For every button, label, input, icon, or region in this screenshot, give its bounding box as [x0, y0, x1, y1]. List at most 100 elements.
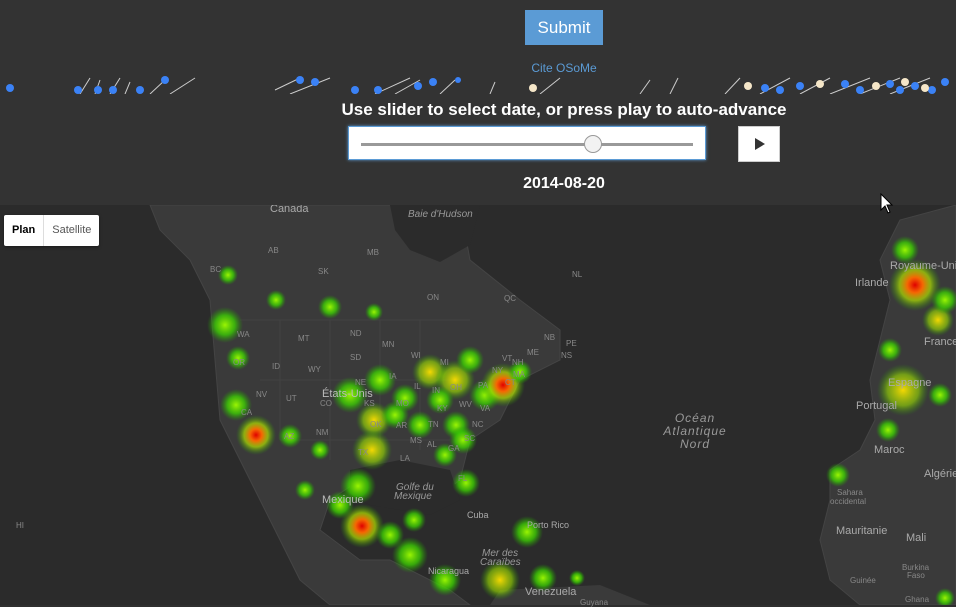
- label-france: France: [924, 336, 956, 348]
- slider-track[interactable]: [361, 143, 693, 146]
- label-mb: MB: [367, 248, 379, 257]
- heat-spot: [392, 537, 428, 573]
- label-ut: UT: [286, 394, 297, 403]
- heat-spot: [318, 295, 342, 319]
- label-mn: MN: [382, 340, 395, 349]
- label-sk: SK: [318, 267, 329, 276]
- label-nh: NH: [512, 358, 524, 367]
- label-maroc: Maroc: [874, 444, 905, 456]
- network-strip: [6, 76, 949, 94]
- label-espagne: Espagne: [888, 377, 932, 389]
- label-ky: KY: [437, 404, 448, 413]
- label-golfe-2: Mexique: [394, 491, 432, 502]
- label-hi: HI: [16, 521, 24, 530]
- label-nb: NB: [544, 333, 556, 342]
- label-ok: OK: [370, 420, 382, 429]
- label-wa: WA: [237, 330, 250, 339]
- label-ny: NY: [492, 366, 504, 375]
- label-ghana: Ghana: [905, 595, 930, 604]
- label-ks: KS: [364, 399, 375, 408]
- label-il: IL: [414, 382, 421, 391]
- label-portugal: Portugal: [856, 400, 897, 412]
- label-nc: NC: [472, 420, 484, 429]
- label-ct: CT: [505, 378, 516, 387]
- label-bc: BC: [210, 265, 222, 274]
- play-icon: [755, 138, 765, 150]
- play-button[interactable]: [738, 126, 780, 162]
- label-ia: IA: [389, 372, 397, 381]
- label-nl: NL: [572, 270, 583, 279]
- label-nicaragua: Nicaragua: [428, 566, 470, 576]
- heat-spot: [456, 346, 484, 374]
- label-qc: QC: [504, 294, 516, 303]
- mouse-cursor-icon: [880, 193, 894, 214]
- label-wi: WI: [411, 351, 421, 360]
- label-ocean: Océan Atlantique Nord: [658, 412, 732, 451]
- heat-spot: [236, 415, 276, 455]
- label-nv: NV: [256, 390, 268, 399]
- heat-spot: [266, 290, 286, 310]
- heat-spot: [928, 383, 952, 407]
- heat-spot: [310, 440, 330, 460]
- map-type-satellite-button[interactable]: Satellite: [44, 215, 99, 246]
- label-nm: NM: [316, 428, 329, 437]
- label-in: IN: [432, 386, 440, 395]
- slider-thumb[interactable]: [584, 135, 603, 153]
- label-wy: WY: [308, 365, 321, 374]
- label-nd: ND: [350, 329, 362, 338]
- label-ms: MS: [410, 436, 422, 445]
- label-tx: TX: [358, 448, 369, 457]
- map-type-plan-button[interactable]: Plan: [4, 215, 45, 246]
- label-id: ID: [272, 362, 280, 371]
- label-guinee: Guinée: [850, 576, 876, 585]
- cite-osome-link: Cite OSoMe: [0, 61, 956, 75]
- label-sahara-2: occidental: [830, 497, 867, 506]
- submit-button[interactable]: Submit: [525, 10, 603, 45]
- label-sahara-1: Sahara: [837, 488, 863, 497]
- label-guyana: Guyana: [580, 598, 609, 607]
- label-burkina-2: Faso: [907, 571, 925, 580]
- label-oh: OH: [450, 383, 462, 392]
- label-me: ME: [527, 348, 539, 357]
- heat-spot: [340, 504, 384, 548]
- label-mo: MO: [396, 399, 409, 408]
- heat-spot: [826, 463, 850, 487]
- label-la: LA: [400, 454, 410, 463]
- cite-osome-text[interactable]: Cite OSoMe: [531, 61, 596, 75]
- heat-spot: [402, 508, 426, 532]
- instruction-text: Use slider to select date, or press play…: [341, 100, 787, 119]
- label-royaume-uni: Royaume-Uni: [890, 260, 956, 272]
- label-vt: VT: [502, 354, 513, 363]
- label-algerie: Algérie: [924, 468, 956, 480]
- label-ca: CA: [241, 408, 253, 417]
- label-porto-rico: Porto Rico: [527, 520, 570, 530]
- label-al: AL: [427, 440, 437, 449]
- label-az: AZ: [284, 432, 295, 441]
- label-mi: MI: [440, 358, 449, 367]
- label-mt: MT: [298, 334, 310, 343]
- heat-spot: [295, 480, 315, 500]
- label-ab: AB: [268, 246, 279, 255]
- heat-spot: [569, 570, 585, 586]
- label-mali: Mali: [906, 532, 927, 544]
- label-wv: WV: [459, 400, 472, 409]
- label-ne: NE: [355, 378, 367, 387]
- label-ns: NS: [561, 351, 573, 360]
- selected-date: 2014-08-20: [523, 175, 605, 192]
- control-panel: Submit Cite OSoMe Use slider to select d…: [0, 0, 956, 205]
- label-or: OR: [233, 358, 245, 367]
- label-pe: PE: [566, 339, 577, 348]
- label-ocean-3: Nord: [679, 437, 710, 451]
- label-baie-hudson: Baie d'Hudson: [408, 209, 473, 220]
- label-irlande: Irlande: [855, 277, 889, 289]
- label-sd: SD: [350, 353, 362, 362]
- heat-spot: [878, 338, 902, 362]
- label-on: ON: [427, 293, 439, 302]
- heat-spot: [876, 418, 900, 442]
- label-mauritanie: Mauritanie: [836, 525, 888, 537]
- label-fl: FL: [458, 474, 468, 483]
- label-tn: TN: [428, 420, 439, 429]
- date-slider[interactable]: [348, 126, 706, 160]
- label-venezuela: Venezuela: [525, 586, 577, 598]
- label-cuba: Cuba: [467, 510, 489, 520]
